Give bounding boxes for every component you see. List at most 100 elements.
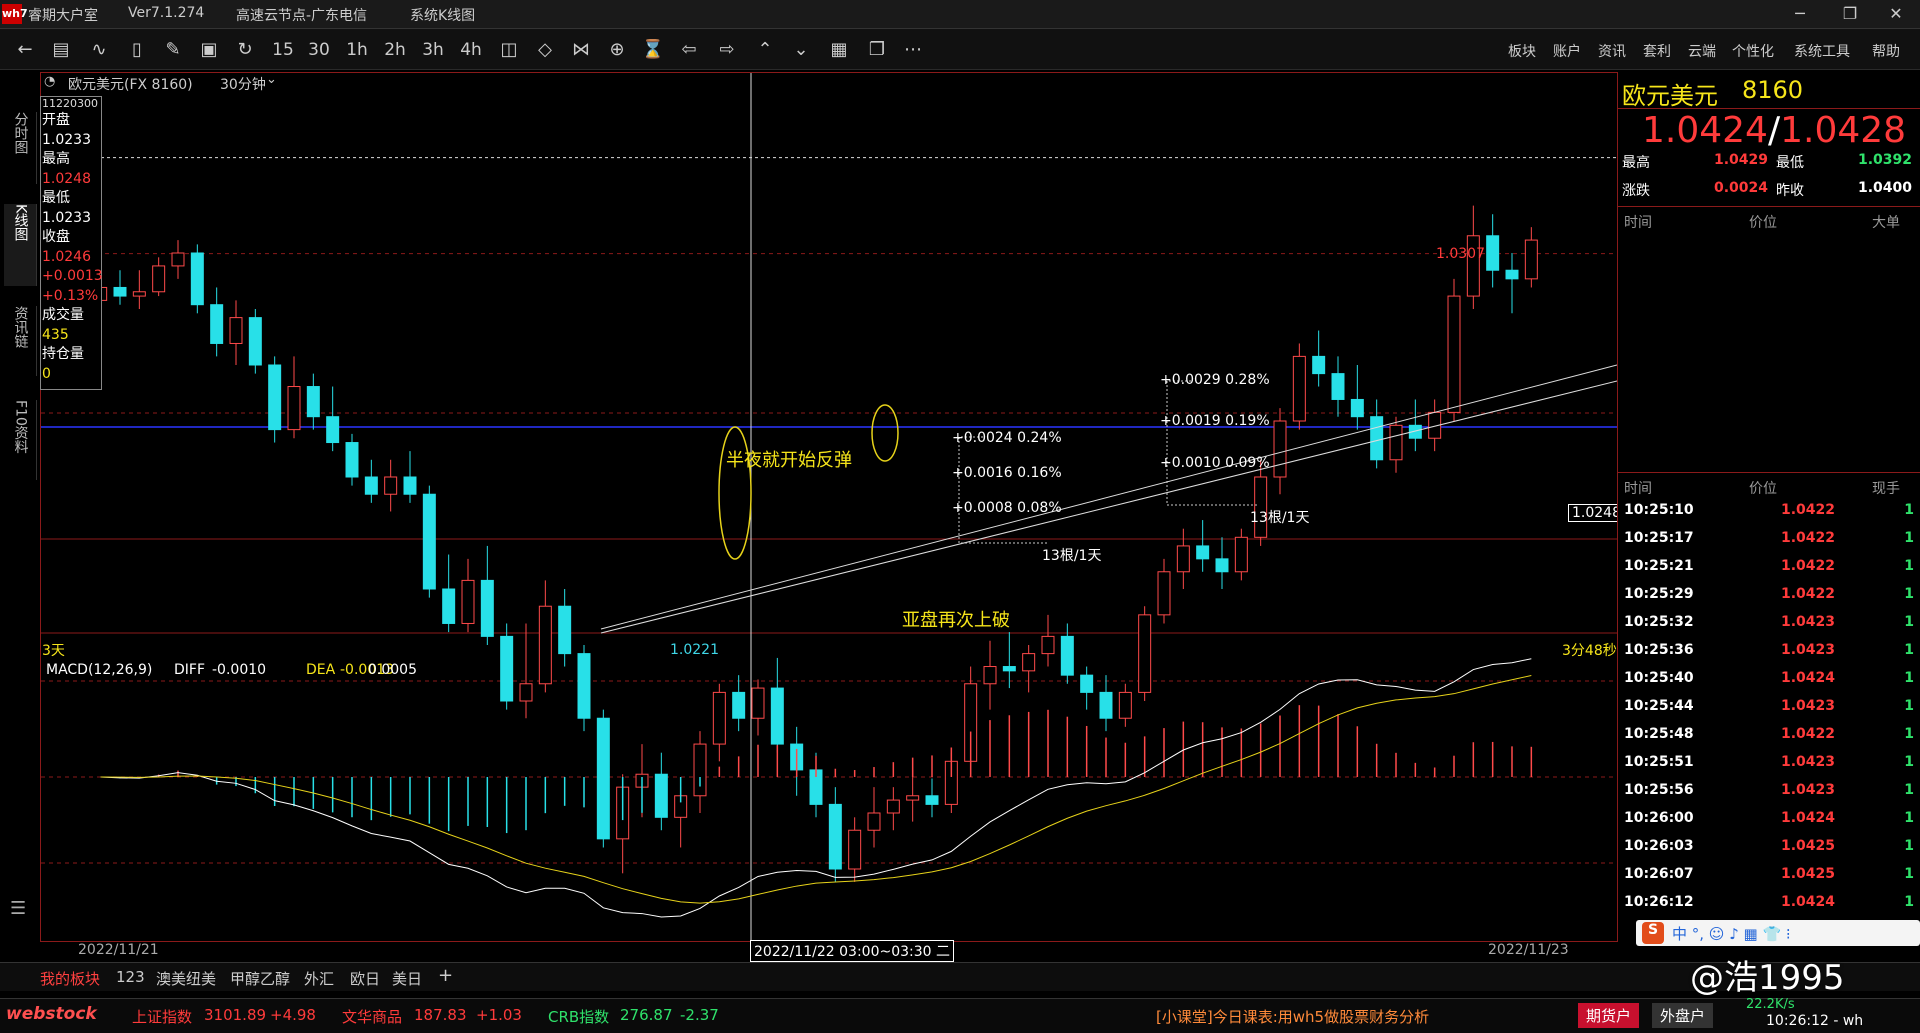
quote-code: 8160 [1742, 76, 1804, 104]
add-tab-button[interactable]: + [438, 965, 453, 986]
prev-close-value: 1.0400 [1857, 180, 1912, 196]
tick-row: 10:25:36 1.0423 1 [1618, 642, 1920, 670]
candle-up [1022, 653, 1036, 672]
menu-cloud[interactable]: 云端 [1688, 41, 1716, 61]
foreign-account-button[interactable]: 外盘户 [1652, 1003, 1714, 1028]
tick-list[interactable]: 10:25:10 1.0422 1 10:25:17 1.0422 1 10:25:21 1.… [1618, 502, 1920, 942]
menu-help[interactable]: 帮助 [1872, 41, 1900, 61]
ime-logo-icon[interactable]: S [1642, 922, 1664, 944]
tick-volume: 1 [1904, 670, 1914, 686]
period-15-button[interactable]: 15 [268, 37, 298, 63]
tick-time: 10:25:48 [1624, 726, 1694, 742]
refresh-icon[interactable]: ↻ [230, 37, 260, 63]
tab-news-chain[interactable]: 资讯链 [4, 306, 37, 376]
tab-intraday[interactable]: 分时图 [4, 112, 37, 184]
macd-dea-label: DEA [306, 662, 336, 678]
chart-settings-icon[interactable]: ◔ [44, 74, 55, 89]
fib2-level-1: +0.0029 0.28% [1160, 372, 1270, 388]
menu-personalize[interactable]: 个性化 [1732, 41, 1774, 61]
zoom-in-icon[interactable]: ◇ [530, 37, 560, 63]
view-name: 系统K线图 [410, 8, 476, 24]
candle-up [461, 579, 475, 624]
index1-name[interactable]: 上证指数 [132, 1006, 192, 1027]
arrow-up-icon[interactable]: ⌃ [750, 37, 780, 63]
chevron-down-icon[interactable]: ⌄ [266, 72, 277, 87]
day-period-icon[interactable]: ◫ [494, 37, 524, 63]
countdown-left: 3天 [42, 643, 65, 659]
minimize-button[interactable]: ─ [1780, 2, 1820, 26]
arrow-left-icon[interactable]: ⇦ [674, 37, 704, 63]
tab-f10-label: F10资料 [12, 400, 29, 454]
period-4h-button[interactable]: 4h [456, 37, 486, 63]
arrow-right-icon[interactable]: ⇨ [712, 37, 742, 63]
candle-down [422, 493, 436, 590]
tab-my-sector[interactable]: 我的板块 [40, 968, 100, 989]
menu-account[interactable]: 账户 [1553, 41, 1581, 61]
tab-123[interactable]: 123 [116, 968, 145, 986]
zoom-out-icon[interactable]: ⋈ [566, 37, 596, 63]
candle-down [268, 364, 282, 431]
tick-time: 10:25:32 [1624, 614, 1694, 630]
bid-ask-separator: / [1767, 110, 1781, 151]
period-1h-button[interactable]: 1h [342, 37, 372, 63]
period-3h-button[interactable]: 3h [418, 37, 448, 63]
kline-chart-area[interactable] [40, 72, 1618, 942]
table-icon[interactable]: ▤ [46, 37, 76, 63]
candle-up [867, 812, 881, 831]
save-icon[interactable]: ▣ [194, 37, 224, 63]
tab-news-chain-label: 资讯链 [12, 306, 29, 348]
close-button[interactable]: ✕ [1876, 2, 1916, 26]
futures-account-button[interactable]: 期货户 [1578, 1003, 1640, 1028]
candle-up [171, 252, 185, 267]
macd-label[interactable]: MACD(12,26,9) [46, 662, 152, 678]
annotation-asia-breakout: 亚盘再次上破 [902, 610, 1010, 631]
tab-aud-nzd[interactable]: 澳美纽美 [156, 968, 216, 989]
fib1-level-3: +0.0008 0.08% [952, 500, 1062, 516]
hourglass-icon[interactable]: ⌛ [638, 37, 668, 63]
ime-icons[interactable]: 中 °, ☺ ♪ ▦ 👕 ⁝ [1672, 923, 1791, 944]
menu-system-tools[interactable]: 系统工具 [1794, 41, 1850, 61]
menu-sector[interactable]: 板块 [1508, 41, 1536, 61]
window-icon[interactable]: ❐ [862, 37, 892, 63]
ask-price: 1.0428 [1780, 110, 1907, 151]
tab-f10[interactable]: F10资料 [4, 400, 37, 480]
index3-name[interactable]: CRB指数 [548, 1006, 609, 1027]
open-label: 开盘 [42, 112, 70, 128]
more-icon[interactable]: ⋯ [898, 37, 928, 63]
kline-chart-svg[interactable] [41, 73, 1617, 941]
ime-toolbar[interactable]: S 中 °, ☺ ♪ ▦ 👕 ⁝ [1636, 920, 1920, 946]
tick-volume: 1 [1904, 810, 1914, 826]
tab-eurjpy[interactable]: 欧日 [350, 968, 380, 989]
tick-price: 1.0422 [1780, 558, 1835, 574]
arrow-down-icon[interactable]: ⌄ [786, 37, 816, 63]
candle-icon[interactable]: ▯ [122, 37, 152, 63]
drawing-icon[interactable]: ✎ [158, 37, 188, 63]
menu-news[interactable]: 资讯 [1598, 41, 1626, 61]
menu-arbitrage[interactable]: 套利 [1643, 41, 1671, 61]
back-icon[interactable]: ← [10, 37, 40, 63]
index2-name[interactable]: 文华商品 [342, 1006, 402, 1027]
period-2h-button[interactable]: 2h [380, 37, 410, 63]
open-value: 1.0233 [42, 131, 91, 148]
period-30-button[interactable]: 30 [304, 37, 334, 63]
symbol-label[interactable]: 欧元美元(FX 8160) [68, 74, 193, 94]
tick-volume: 1 [1904, 558, 1914, 574]
tab-forex[interactable]: 外汇 [304, 968, 334, 989]
ohlc-info-box: 11220300 开盘 1.0233 最高 1.0248 最低 1.0233 收… [40, 96, 103, 390]
layout-icon[interactable]: ▦ [824, 37, 854, 63]
divider [1618, 206, 1920, 207]
tab-kline[interactable]: K线图 [4, 204, 37, 286]
net-speed: 22.2K/s [1746, 997, 1795, 1012]
tab-usdjpy[interactable]: 美日 [392, 968, 422, 989]
list-menu-icon[interactable]: ☰ [10, 898, 26, 919]
period-dropdown[interactable]: 30分钟 [220, 74, 266, 94]
line-chart-icon[interactable]: ∿ [84, 37, 114, 63]
macd-diff-label: DIFF [174, 662, 206, 678]
candle-down [1060, 635, 1074, 676]
crosshair-icon[interactable]: ⊕ [602, 37, 632, 63]
tab-methanol[interactable]: 甲醇乙醇 [230, 968, 290, 989]
candle-up [1447, 295, 1461, 413]
bigorder-header-size: 大单 [1872, 215, 1900, 231]
news-ticker[interactable]: [小课堂]今日课表:用wh5做股票财务分析 [1156, 1006, 1429, 1027]
maximize-button[interactable]: ❐ [1830, 2, 1870, 26]
